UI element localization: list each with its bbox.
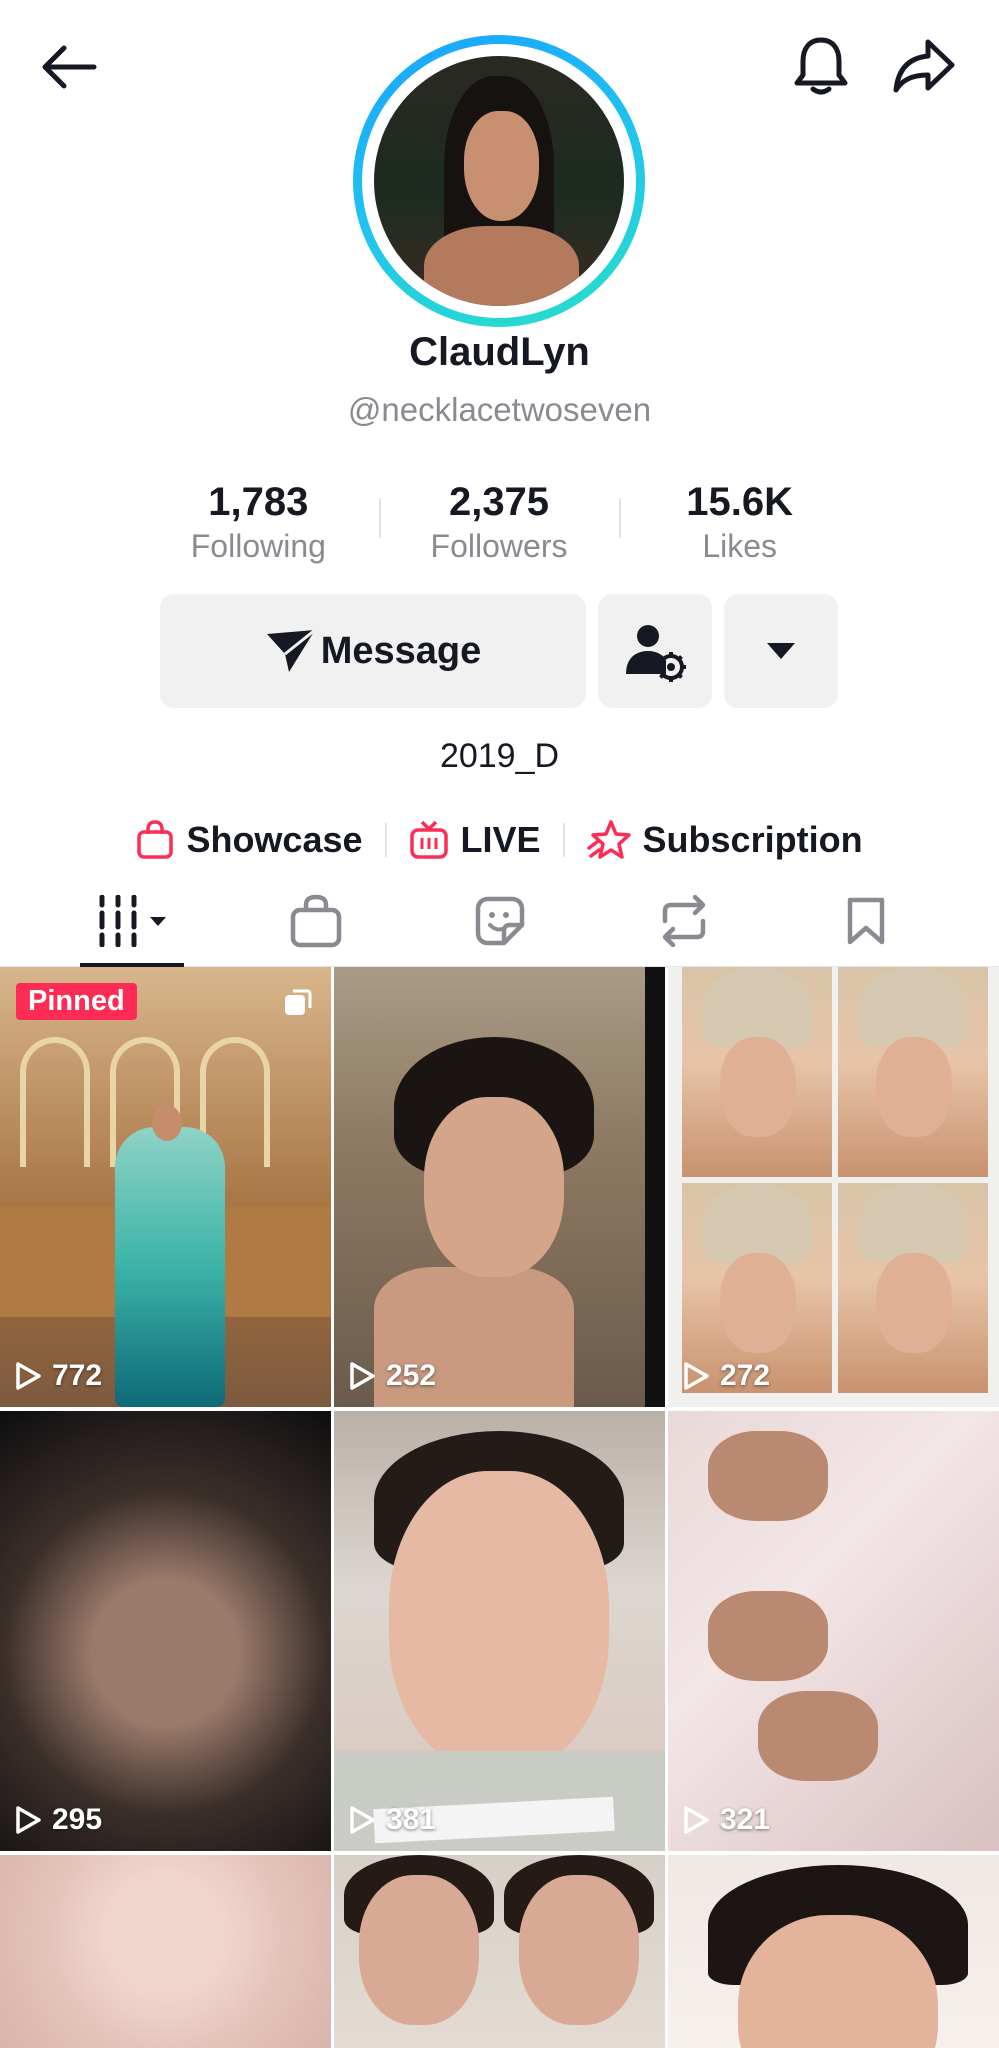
share-button[interactable] (888, 30, 960, 102)
bell-icon (794, 37, 848, 95)
tab-favorites[interactable] (774, 875, 958, 967)
view-count: 272 (682, 1359, 770, 1393)
stat-value: 15.6K (686, 480, 794, 524)
live-link[interactable]: LIVE (409, 819, 541, 861)
video-thumbnail[interactable]: 295 (0, 1411, 331, 1851)
divider (562, 823, 565, 857)
share-arrow-icon (893, 39, 955, 93)
stat-label: Likes (702, 528, 778, 564)
play-icon (350, 1806, 375, 1834)
notification-bell-button[interactable] (785, 30, 857, 102)
view-count: 321 (682, 1803, 770, 1837)
stat-label: Following (190, 528, 326, 564)
tab-videos[interactable] (40, 875, 224, 967)
video-thumbnail[interactable] (668, 1855, 999, 2048)
star-icon (586, 820, 631, 859)
showcase-label: Showcase (186, 819, 363, 860)
send-icon (266, 628, 316, 672)
play-icon (16, 1362, 41, 1390)
stat-followers[interactable]: 2,375 Followers (378, 478, 620, 568)
repost-icon (662, 895, 706, 947)
more-options-button[interactable] (724, 594, 838, 708)
view-count: 381 (348, 1803, 436, 1837)
avatar-story-ring[interactable] (353, 35, 645, 327)
play-icon (684, 1806, 709, 1834)
follow-settings-button[interactable] (598, 594, 712, 708)
content-tabs (0, 875, 999, 967)
shopping-bag-icon (290, 894, 342, 948)
bookmark-icon (847, 897, 885, 945)
video-thumbnail[interactable]: 252 (334, 967, 665, 1407)
message-button[interactable]: Message (160, 594, 586, 708)
view-count: 252 (348, 1359, 436, 1393)
back-button[interactable] (34, 32, 104, 102)
showcase-link[interactable]: Showcase (136, 819, 363, 861)
stat-value: 2,375 (448, 480, 550, 524)
videos-grid-icon (99, 895, 166, 947)
profile-links: Showcase LIVE Subscription (0, 810, 999, 870)
profile-stats: 1,783 Following 2,375 Followers 15.6K Li… (138, 478, 860, 568)
caret-down-icon (767, 643, 795, 659)
live-tv-icon (409, 820, 448, 859)
stat-likes[interactable]: 15.6K Likes (619, 478, 860, 568)
tab-stickers[interactable] (408, 875, 592, 967)
avatar (374, 56, 624, 306)
subscription-link[interactable]: Subscription (586, 819, 863, 861)
tab-reposts[interactable] (592, 875, 776, 967)
multi-photo-icon (285, 989, 312, 1015)
sticker-icon (475, 896, 525, 946)
view-count: 772 (14, 1359, 102, 1393)
subscription-label: Subscription (642, 819, 863, 860)
display-name: ClaudLyn (409, 330, 590, 374)
video-thumbnail[interactable]: 381 (334, 1411, 665, 1851)
video-thumbnail[interactable]: 272 (668, 967, 999, 1407)
bio-text: 2019_D (439, 737, 560, 775)
stat-label: Followers (430, 528, 568, 564)
person-settings-icon (626, 625, 686, 682)
arrow-left-icon (42, 45, 97, 89)
video-thumbnail[interactable] (0, 1855, 331, 2048)
view-count: 295 (14, 1803, 102, 1837)
message-button-label: Message (320, 629, 482, 672)
video-thumbnail[interactable]: Pinned 772 (0, 967, 331, 1407)
play-icon (350, 1362, 375, 1390)
stat-following[interactable]: 1,783 Following (138, 478, 379, 568)
live-label: LIVE (460, 819, 541, 860)
shopping-bag-icon (137, 820, 174, 859)
tab-shop[interactable] (224, 875, 408, 967)
stat-value: 1,783 (208, 480, 309, 524)
play-icon (16, 1806, 41, 1834)
video-thumbnail[interactable] (334, 1855, 665, 2048)
video-thumbnail[interactable]: 321 (668, 1411, 999, 1851)
play-icon (684, 1362, 709, 1390)
username-handle: @necklacetwoseven (347, 391, 652, 428)
pinned-badge: Pinned (16, 983, 137, 1020)
divider (384, 823, 387, 857)
